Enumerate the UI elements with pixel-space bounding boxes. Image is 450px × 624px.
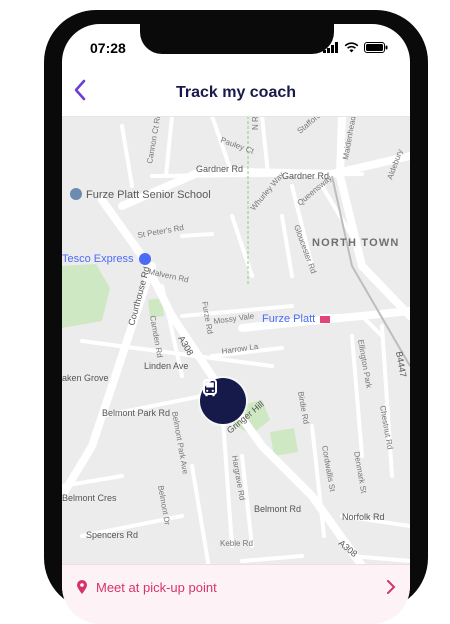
street-label: aken Grove	[62, 373, 109, 383]
battery-icon	[364, 42, 388, 53]
street-label: Keble Rd	[220, 539, 253, 548]
pickup-card[interactable]: Meet at pick-up point	[62, 564, 410, 624]
poi-label: Tesco Express	[62, 253, 134, 265]
coach-location-marker[interactable]	[200, 378, 246, 424]
poi-label: Furze Platt	[262, 313, 315, 325]
wifi-icon	[344, 42, 359, 53]
area-label: NORTH TOWN	[312, 237, 400, 249]
poi-label: Furze Platt Senior School	[86, 189, 211, 201]
park-area	[270, 428, 298, 456]
chevron-right-icon	[387, 580, 396, 594]
map-view[interactable]: Gardner Rd Gardner Rd Whurley Way Queens…	[62, 116, 410, 586]
page-title: Track my coach	[175, 84, 297, 101]
street-label: Belmont Park Rd	[102, 408, 170, 418]
pickup-row[interactable]: Meet at pick-up point	[76, 579, 396, 595]
street-label: Belmont Cres	[62, 493, 117, 503]
phone-frame: 07:28 Track my coach Gardner Rd Gardner …	[44, 10, 428, 624]
app-screen: 07:28 Track my coach Gardner Rd Gardner …	[62, 24, 410, 624]
location-pin-icon	[77, 580, 87, 594]
street-label: N Rd	[251, 116, 260, 130]
street-label: Gardner Rd	[196, 164, 243, 174]
street-label: Belmont Rd	[254, 504, 301, 514]
status-time: 07:28	[90, 40, 126, 56]
app-header: Track my coach	[62, 68, 410, 117]
street-label: Spencers Rd	[86, 530, 138, 540]
street-label: Linden Ave	[144, 361, 188, 371]
map-canvas: Gardner Rd Gardner Rd Whurley Way Queens…	[62, 116, 410, 586]
street-label: Norfolk Rd	[342, 512, 385, 522]
pickup-text: Meet at pick-up point	[96, 579, 217, 595]
bus-icon	[203, 379, 217, 397]
poi-school[interactable]: Furze Platt Senior School	[70, 188, 211, 201]
device-notch	[140, 24, 334, 54]
status-icons	[323, 42, 388, 53]
